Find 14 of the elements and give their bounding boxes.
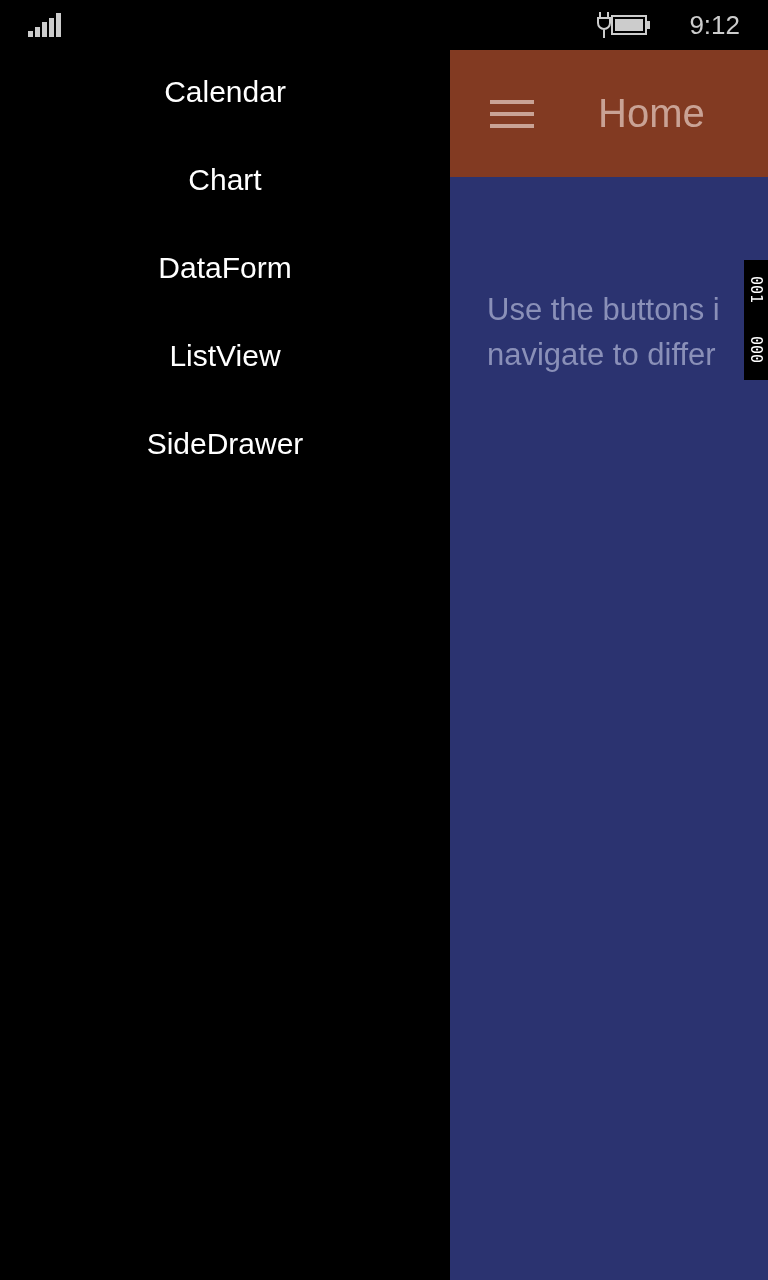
drawer-item[interactable]: Calendar	[164, 70, 286, 113]
menu-button[interactable]	[490, 98, 534, 129]
drawer-item[interactable]: ListView	[169, 334, 281, 377]
battery-icon	[611, 15, 652, 35]
drawer-item[interactable]: SideDrawer	[146, 422, 304, 465]
status-time: 9:12	[689, 9, 740, 41]
signal-icon	[28, 13, 61, 37]
description-text: navigate to differ	[487, 336, 716, 374]
page-title: Home	[598, 91, 705, 136]
drawer-item[interactable]: DataForm	[158, 246, 292, 289]
description-text: Use the buttons i	[487, 291, 720, 329]
drawer-item[interactable]: Chart	[188, 158, 262, 201]
counter-digits: 001	[747, 276, 765, 304]
counter-digits: 000	[747, 336, 765, 364]
